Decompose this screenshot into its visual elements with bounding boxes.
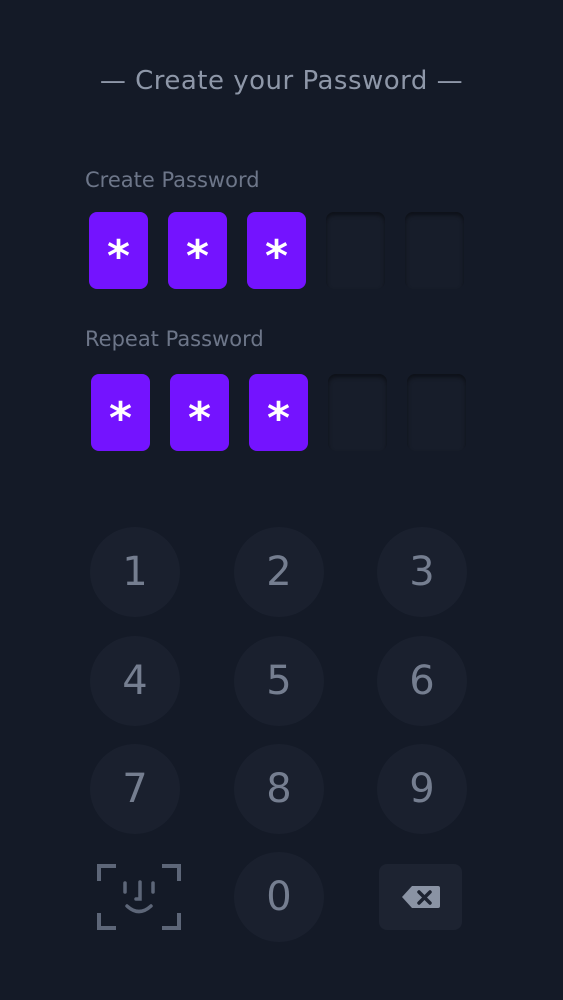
key-5[interactable]: 5 <box>234 636 324 726</box>
pin-box: * <box>247 212 306 289</box>
key-7[interactable]: 7 <box>90 744 180 834</box>
key-3[interactable]: 3 <box>377 527 467 617</box>
create-password-screen: — Create your Password — Create Password… <box>0 0 563 1000</box>
key-2[interactable]: 2 <box>234 527 324 617</box>
pin-box: * <box>168 212 227 289</box>
key-4[interactable]: 4 <box>90 636 180 726</box>
pin-box <box>328 374 387 451</box>
face-id-button[interactable] <box>96 863 182 931</box>
backspace-icon <box>401 886 440 908</box>
create-password-label: Create Password <box>85 168 260 192</box>
pin-box <box>405 212 464 289</box>
key-6[interactable]: 6 <box>377 636 467 726</box>
pin-box: * <box>89 212 148 289</box>
key-8[interactable]: 8 <box>234 744 324 834</box>
repeat-password-pin-row[interactable]: * * * <box>91 374 466 451</box>
create-password-pin-row[interactable]: * * * <box>89 212 464 289</box>
key-1[interactable]: 1 <box>90 527 180 617</box>
pin-box: * <box>249 374 308 451</box>
pin-box: * <box>170 374 229 451</box>
repeat-password-label: Repeat Password <box>85 327 264 351</box>
face-id-icon <box>97 864 181 930</box>
page-title: — Create your Password — <box>99 66 464 96</box>
pin-box <box>407 374 466 451</box>
key-9[interactable]: 9 <box>377 744 467 834</box>
backspace-button[interactable] <box>379 864 462 930</box>
pin-box: * <box>91 374 150 451</box>
key-0[interactable]: 0 <box>234 852 324 942</box>
pin-box <box>326 212 385 289</box>
